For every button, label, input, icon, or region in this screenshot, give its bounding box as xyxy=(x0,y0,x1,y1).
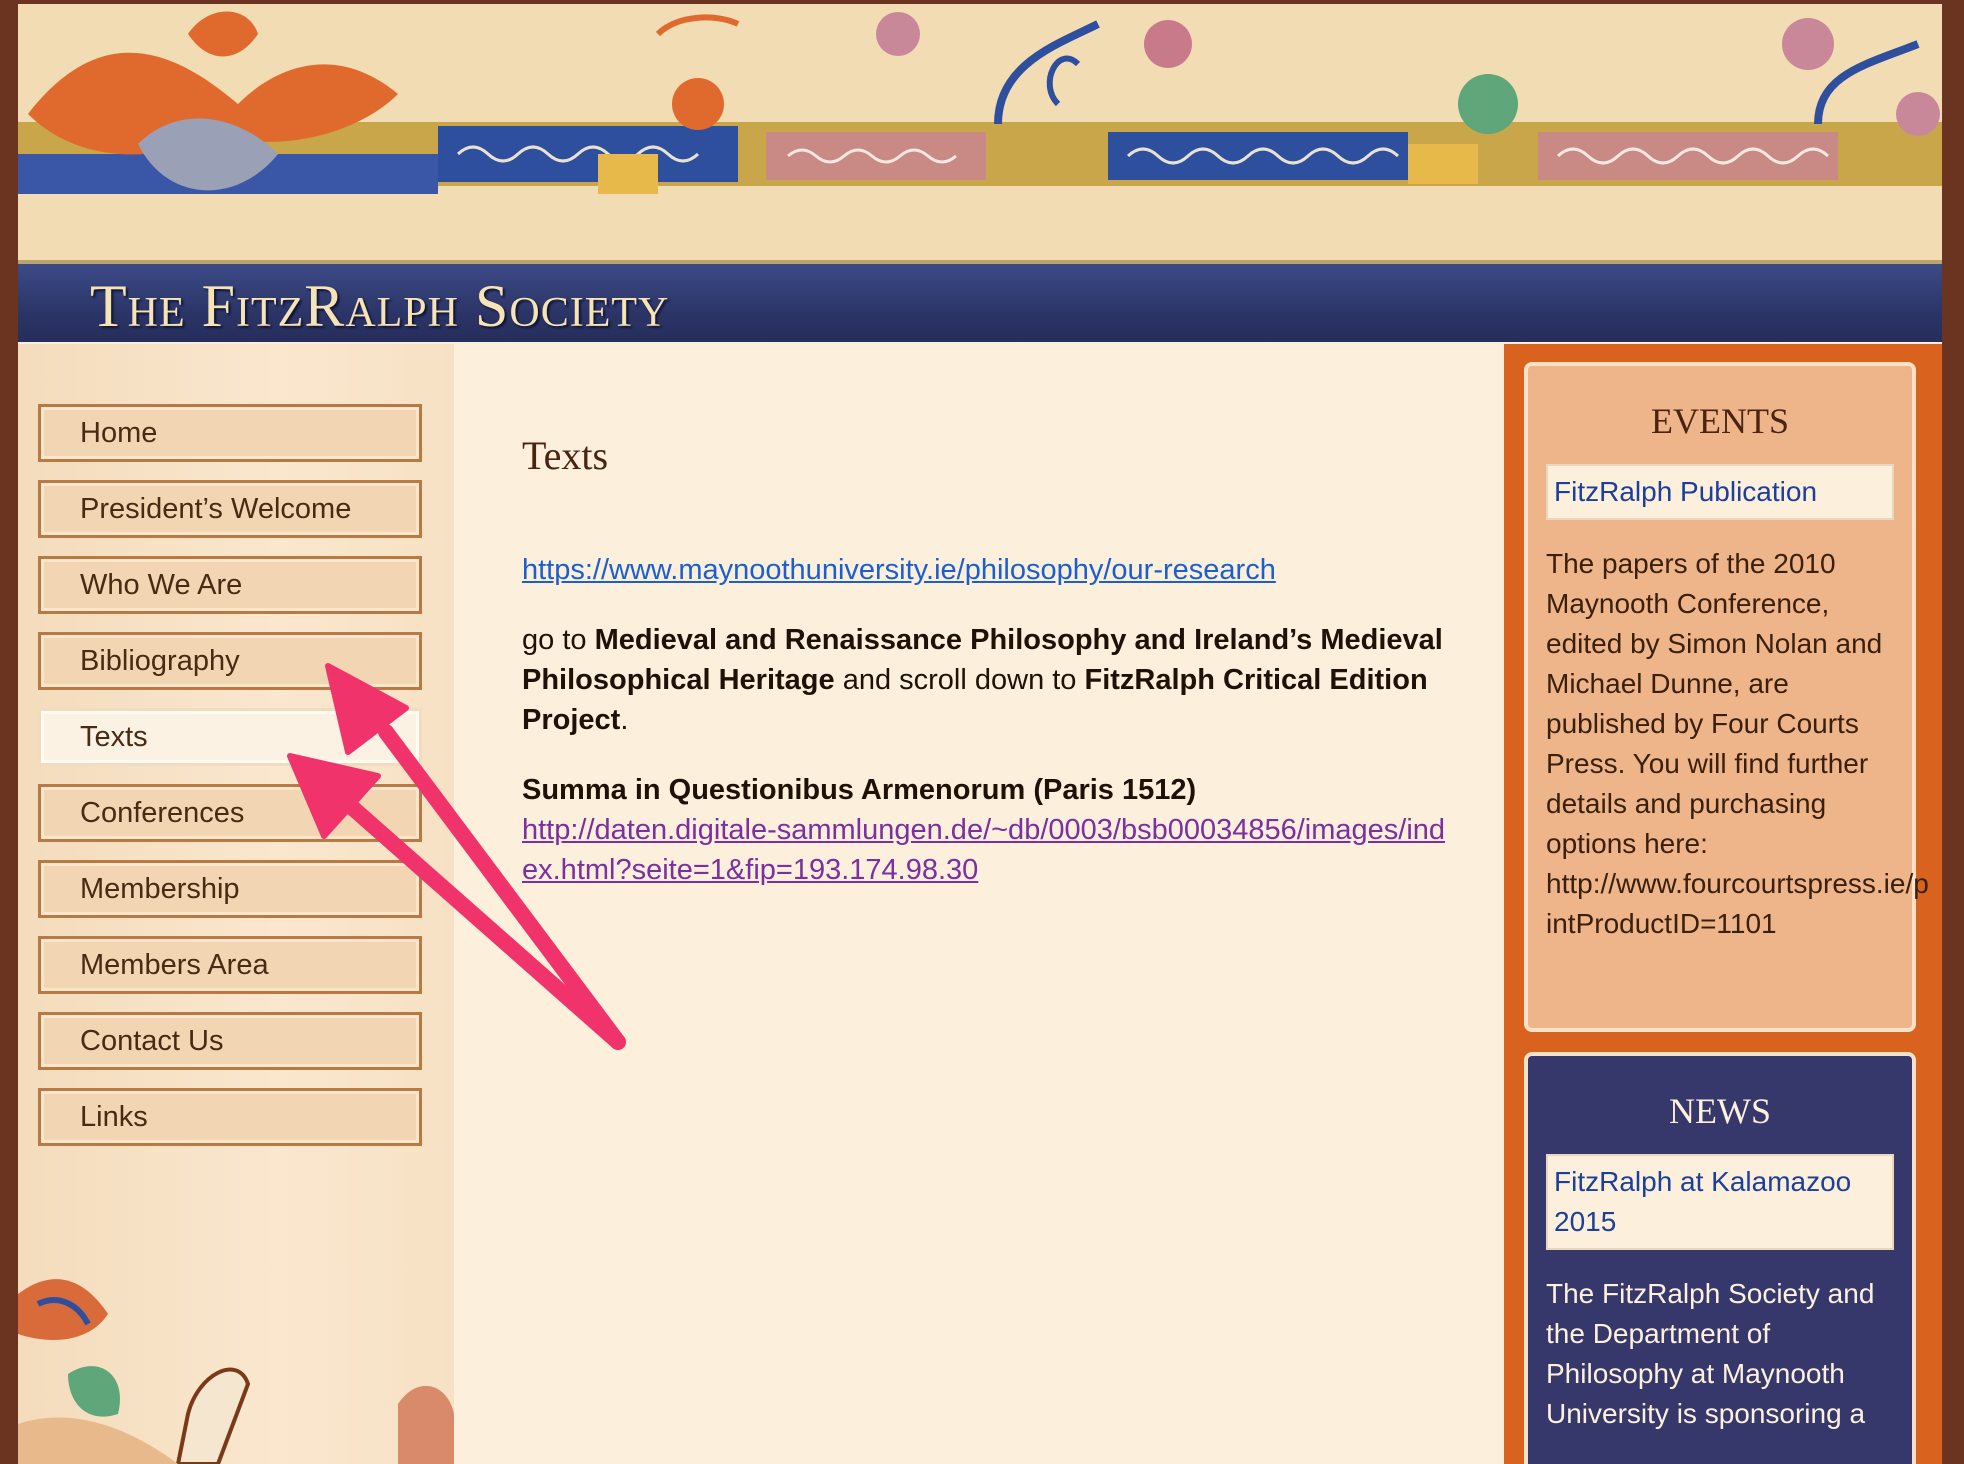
nav-item-conferences[interactable]: Conferences xyxy=(38,784,422,842)
nav-item-texts[interactable]: Texts xyxy=(38,708,422,766)
main-content: Texts https://www.maynoothuniversity.ie/… xyxy=(454,344,1504,1464)
events-title: EVENTS xyxy=(1651,401,1789,441)
events-description: The papers of the 2010 Maynooth Conferen… xyxy=(1546,548,1883,859)
nav-item-contact-us[interactable]: Contact Us xyxy=(38,1012,422,1070)
content-body: https://www.maynoothuniversity.ie/philos… xyxy=(522,550,1452,920)
title-bar: The FitzRalph Society xyxy=(18,260,1942,342)
nav-item-who-we-are[interactable]: Who We Are xyxy=(38,556,422,614)
site-banner: The FitzRalph Society xyxy=(18,4,1942,342)
kalamazoo-link[interactable]: FitzRalph at Kalamazoo 2015 xyxy=(1546,1154,1894,1250)
news-box: NEWS FitzRalph at Kalamazoo 2015 The Fit… xyxy=(1524,1052,1916,1464)
nav-item-members-area[interactable]: Members Area xyxy=(38,936,422,994)
illuminated-border-image xyxy=(18,4,1942,264)
instructions-paragraph: go to Medieval and Renaissance Philosoph… xyxy=(522,620,1452,740)
page-title: Texts xyxy=(522,433,609,478)
nav-item-membership[interactable]: Membership xyxy=(38,860,422,918)
nav-item-bibliography[interactable]: Bibliography xyxy=(38,632,422,690)
instruction-text: go to xyxy=(522,624,595,656)
instruction-text: and scroll down to xyxy=(834,664,1085,696)
page: The FitzRalph Society Home President’s W… xyxy=(18,4,1942,1464)
nav-item-links[interactable]: Links xyxy=(38,1088,422,1146)
sidebar-illumination-image xyxy=(18,1279,454,1464)
fitzralph-publication-link[interactable]: FitzRalph Publication xyxy=(1546,464,1894,520)
fourcourtspress-url: http://www.fourcourtspress.ie/p xyxy=(1546,868,1929,899)
summa-title: Summa in Questionibus Armenorum (Paris 1… xyxy=(522,774,1197,806)
events-text: The papers of the 2010 Maynooth Conferen… xyxy=(1546,544,1929,944)
sidebar: Home President’s Welcome Who We Are Bibl… xyxy=(18,344,454,1464)
nav-item-home[interactable]: Home xyxy=(38,404,422,462)
news-text: The FitzRalph Society and the Department… xyxy=(1546,1278,1875,1429)
research-link[interactable]: https://www.maynoothuniversity.ie/philos… xyxy=(522,554,1276,586)
right-column: EVENTS FitzRalph Publication The papers … xyxy=(1504,344,1942,1464)
main-nav: Home President’s Welcome Who We Are Bibl… xyxy=(38,404,422,1164)
nav-item-presidents-welcome[interactable]: President’s Welcome xyxy=(38,480,422,538)
fourcourtspress-url-continued: intProductID=1101 xyxy=(1546,908,1777,939)
digitale-sammlungen-link[interactable]: http://daten.digitale-sammlungen.de/~db/… xyxy=(522,814,1445,886)
site-title: The FitzRalph Society xyxy=(90,273,670,339)
events-box: EVENTS FitzRalph Publication The papers … xyxy=(1524,362,1929,1032)
news-title: NEWS xyxy=(1669,1091,1771,1131)
instruction-text: . xyxy=(620,704,629,736)
